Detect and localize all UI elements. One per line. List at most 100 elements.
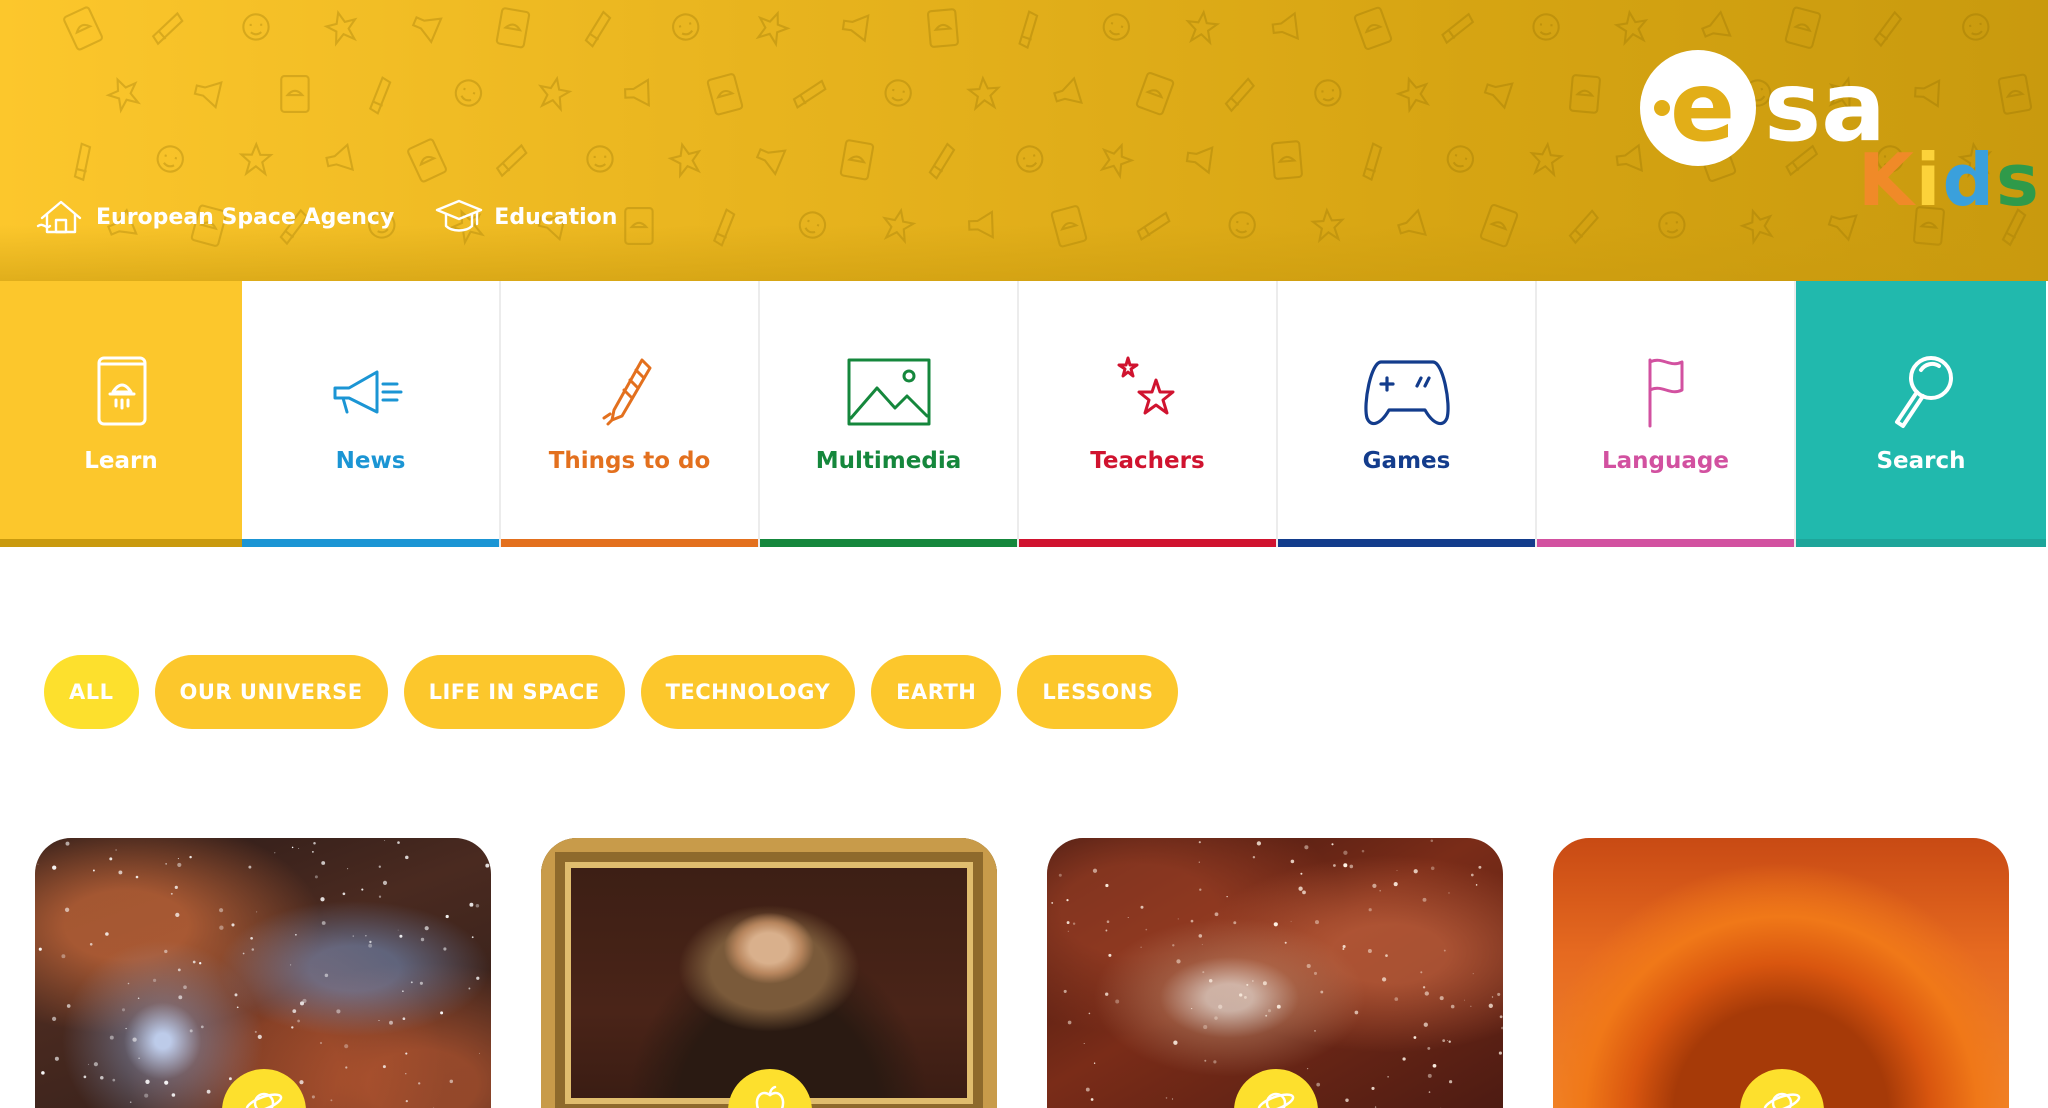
article-card[interactable] — [541, 838, 997, 1108]
star — [1105, 929, 1108, 932]
star — [330, 1099, 333, 1102]
house-icon — [36, 200, 82, 234]
star — [1214, 912, 1219, 917]
star — [1497, 992, 1501, 996]
nav-label-multimedia: Multimedia — [815, 448, 962, 474]
star — [1083, 1043, 1085, 1044]
nav-item-learn[interactable]: Learn — [0, 281, 242, 547]
star — [1213, 1060, 1217, 1064]
star — [321, 921, 326, 925]
star — [424, 926, 429, 931]
star — [1314, 1030, 1316, 1032]
star — [1090, 1098, 1094, 1101]
star — [1381, 977, 1387, 982]
star — [352, 935, 354, 937]
doodle — [1269, 8, 1307, 52]
star — [1066, 899, 1069, 902]
star — [1252, 980, 1254, 982]
star — [231, 923, 235, 927]
star — [1430, 839, 1434, 843]
article-cards — [35, 838, 2009, 1108]
star — [299, 1080, 304, 1085]
filter-chip-all[interactable]: ALL — [44, 655, 139, 729]
nav-bar-language — [1537, 539, 1794, 547]
star — [311, 1095, 315, 1099]
star — [144, 1093, 149, 1098]
star — [1214, 1016, 1218, 1020]
article-card[interactable] — [1553, 838, 2009, 1108]
star — [397, 929, 399, 931]
star — [1439, 996, 1444, 1001]
star — [402, 990, 404, 992]
star — [1067, 930, 1069, 932]
site-header: European Space Agency Education e sa Kid… — [0, 0, 2048, 281]
star — [368, 943, 373, 948]
star — [189, 855, 192, 859]
filter-chip-earth[interactable]: EARTH — [871, 655, 1002, 729]
breadcrumb: European Space Agency Education — [36, 196, 617, 238]
star — [298, 847, 300, 850]
card-image-sun — [1553, 838, 2009, 1108]
nav-item-games[interactable]: Games — [1278, 281, 1537, 547]
star — [1246, 983, 1249, 986]
star — [1068, 839, 1070, 841]
star — [342, 892, 346, 896]
star — [410, 981, 413, 984]
article-card[interactable] — [35, 838, 491, 1108]
nav-bar-games — [1278, 539, 1535, 547]
book-icon — [97, 356, 147, 426]
star — [1165, 1097, 1168, 1099]
filter-chip-our-universe[interactable]: OUR UNIVERSE — [154, 655, 388, 729]
star — [1501, 1026, 1503, 1030]
star — [200, 1025, 204, 1029]
filter-chip-technology[interactable]: TECHNOLOGY — [640, 655, 856, 729]
star — [418, 1082, 421, 1085]
star — [290, 964, 292, 966]
card-image-galaxy — [1047, 838, 1503, 1108]
star — [1333, 864, 1336, 867]
star — [1300, 872, 1303, 875]
nav-label-teachers: Teachers — [1090, 448, 1205, 474]
doodle — [1784, 6, 1823, 52]
nav-bar-search — [1796, 539, 2046, 547]
doodle — [667, 8, 705, 52]
star — [41, 1071, 45, 1075]
star — [1472, 973, 1474, 975]
star — [1172, 944, 1175, 947]
star — [1243, 995, 1247, 999]
crayon-icon — [602, 358, 651, 426]
star — [1276, 1004, 1281, 1009]
doodle — [667, 140, 705, 184]
star — [1233, 921, 1237, 925]
filter-chip-lessons[interactable]: LESSONS — [1017, 655, 1179, 729]
star — [1443, 949, 1446, 952]
nav-item-search[interactable]: Search — [1796, 281, 2046, 547]
star — [336, 1009, 341, 1014]
star — [1422, 986, 1426, 989]
article-card[interactable] — [1047, 838, 1503, 1108]
nav-bar-things-to-do — [501, 539, 758, 547]
doodle — [792, 74, 831, 118]
star — [1177, 918, 1179, 920]
kids-wordmark: Kids — [1858, 138, 2041, 222]
breadcrumb-esa-link[interactable]: European Space Agency — [36, 196, 394, 238]
nav-item-language[interactable]: Language — [1537, 281, 1796, 547]
star — [109, 857, 113, 861]
nav-label-games: Games — [1362, 448, 1451, 474]
filter-chip-life-in-space[interactable]: LIFE IN SPACE — [403, 655, 625, 729]
star — [382, 1065, 386, 1069]
doodle — [621, 206, 659, 250]
nav-item-news[interactable]: News — [242, 281, 501, 547]
nav-item-multimedia[interactable]: Multimedia — [760, 281, 1019, 547]
star — [1256, 841, 1262, 846]
star — [138, 1057, 140, 1060]
star — [1198, 861, 1200, 863]
nav-item-teachers[interactable]: Teachers — [1019, 281, 1278, 547]
doodle — [581, 140, 619, 184]
star — [254, 1030, 257, 1033]
esa-kids-logo[interactable]: e sa Kids — [1636, 48, 2039, 218]
star — [1393, 882, 1398, 887]
nav-item-things-to-do[interactable]: Things to do — [501, 281, 760, 547]
doodle — [1183, 140, 1221, 184]
breadcrumb-education-link[interactable]: Education — [434, 196, 617, 238]
